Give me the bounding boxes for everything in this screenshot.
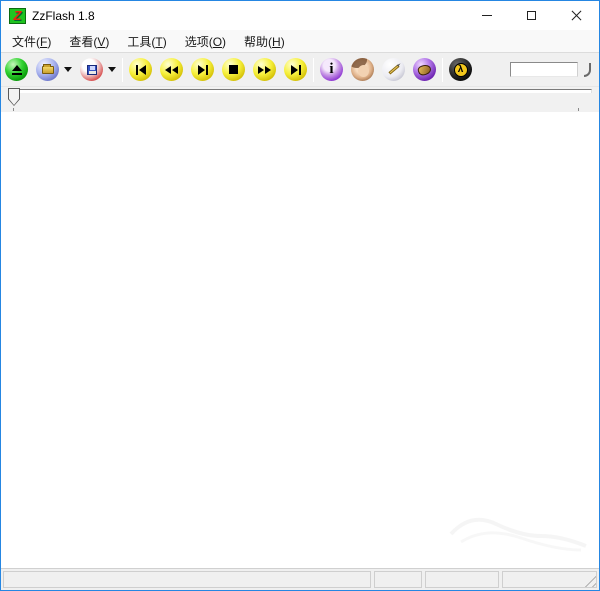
menu-tools[interactable]: 工具(T) [118,30,175,53]
save-button[interactable] [80,58,103,81]
half-life-button[interactable]: λ [449,58,472,81]
open-button[interactable] [36,58,59,81]
save-dropdown-arrow-icon[interactable] [108,67,116,72]
fast-forward-button[interactable] [253,58,276,81]
watermark [449,517,587,552]
menu-help[interactable]: 帮助(H) [235,30,294,53]
save-floppy-icon [86,64,97,75]
edit-button[interactable] [382,58,405,81]
pencil-icon [387,64,400,75]
toolbar-grip-icon [584,62,591,77]
maximize-button[interactable] [509,1,554,30]
menu-bar: 文件(F) 查看(V) 工具(T) 选项(O) 帮助(H) [1,30,599,52]
play-pause-icon [197,64,208,75]
status-panel-2 [374,571,422,588]
skip-back-icon [135,64,146,75]
extra-tool-button[interactable] [413,58,436,81]
app-window: Z ZzFlash 1.8 文件(F) 查看(V) 工具(T) 选项(O) 帮助… [0,0,600,591]
go-end-button[interactable] [284,58,307,81]
toolbar-separator [122,57,123,82]
menu-help-label: 帮助( [244,34,273,49]
menu-options[interactable]: 选项(O) [176,30,235,53]
menu-file-label: 文件( [12,34,40,49]
toolbar-separator [313,57,314,82]
menu-view-close: ) [105,34,110,49]
viewer-canvas [1,112,599,568]
rewind-button[interactable] [160,58,183,81]
menu-options-key: O [212,34,223,49]
menu-help-key: H [272,34,281,49]
window-title: ZzFlash 1.8 [32,8,95,23]
toolbar: i λ [1,52,599,86]
status-bar [1,568,599,590]
toolbar-separator [442,57,443,82]
zzflash-app-icon: Z [9,7,26,24]
seek-thumb[interactable] [8,88,20,106]
minimize-icon [481,15,492,16]
rewind-icon [165,65,178,74]
menu-tools-close: ) [162,34,167,49]
info-icon: i [329,61,334,77]
fast-forward-icon [258,65,271,74]
seek-bar [1,86,599,112]
close-button[interactable] [554,1,599,30]
resize-grip[interactable] [583,574,596,587]
position-display[interactable] [510,62,578,77]
eject-button[interactable] [5,58,28,81]
info-button[interactable]: i [320,58,343,81]
menu-options-close: ) [222,34,227,49]
seek-tick-start [13,108,14,111]
window-controls [464,1,599,30]
open-folder-icon [41,63,54,74]
open-dropdown-arrow-icon[interactable] [64,67,72,72]
stop-icon [229,65,238,74]
minimize-button[interactable] [464,1,509,30]
skip-forward-icon [290,64,301,75]
go-start-button[interactable] [129,58,152,81]
status-panel-4 [502,571,597,588]
title-bar: Z ZzFlash 1.8 [1,1,599,30]
menu-tools-key: T [155,34,163,49]
seek-tick-end [578,108,579,111]
portrait-button[interactable] [351,58,374,81]
lambda-icon: λ [453,62,468,77]
status-panel-main [3,571,371,588]
menu-options-label: 选项( [184,34,213,49]
menu-view-label: 查看( [69,34,98,49]
play-pause-button[interactable] [191,58,214,81]
seek-track[interactable] [8,89,592,93]
maximize-icon [527,11,536,20]
purple-sphere-icon [416,62,433,77]
status-panel-3 [425,571,499,588]
menu-file-close: ) [47,34,52,49]
close-icon [571,10,582,21]
menu-tools-label: 工具( [127,34,156,49]
menu-help-close: ) [280,34,285,49]
menu-file[interactable]: 文件(F) [3,30,60,53]
eject-icon [11,64,22,75]
stop-button[interactable] [222,58,245,81]
menu-view[interactable]: 查看(V) [60,30,118,53]
